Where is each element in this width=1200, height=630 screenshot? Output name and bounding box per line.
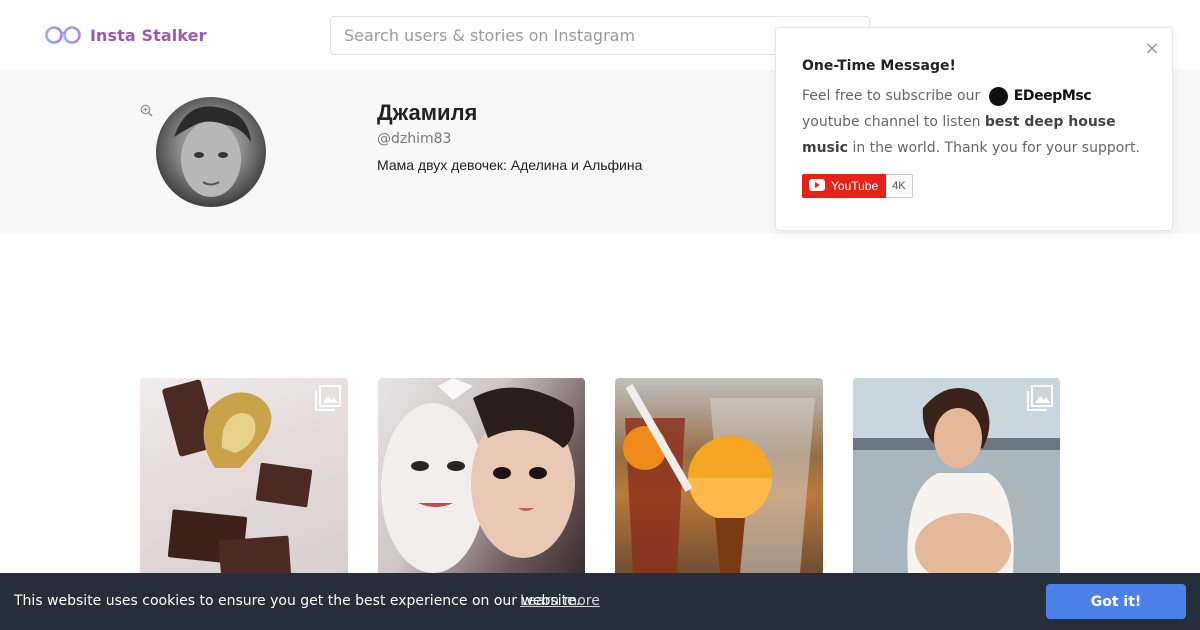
avatar[interactable]	[156, 97, 266, 207]
profile-bio: Мама двух девочек: Аделина и Альфина	[377, 157, 643, 173]
close-icon[interactable]: ×	[1144, 40, 1160, 58]
brand-link[interactable]: EDeepMsc	[988, 83, 1092, 109]
cookie-banner: This website uses cookies to ensure you …	[0, 573, 1200, 630]
gallery-icon	[1026, 384, 1054, 417]
profile-handle: @dzhim83	[377, 131, 452, 147]
profile-name: Джамиля	[377, 100, 478, 125]
gallery-icon	[314, 384, 342, 417]
youtube-subscribe[interactable]: YouTube 4K	[802, 174, 913, 198]
brand-logo-icon	[988, 86, 1008, 106]
site-logo[interactable]: Insta Stalker	[44, 22, 207, 49]
youtube-play-icon	[809, 178, 825, 194]
post-card[interactable]	[853, 378, 1060, 573]
post-card[interactable]	[615, 378, 823, 573]
popup-text-middle: youtube channel to listen	[802, 114, 981, 130]
popup-text-intro: Feel free to subscribe our	[802, 88, 981, 104]
logo-text: Insta Stalker	[90, 26, 207, 45]
learn-more-link[interactable]: Learn more	[520, 593, 600, 609]
post-card[interactable]	[378, 378, 585, 573]
post-card[interactable]	[140, 378, 348, 573]
brand-name: EDeepMsc	[1013, 88, 1092, 104]
popup-body: Feel free to subscribe our EDeepMsc yout…	[802, 83, 1152, 161]
got-it-button[interactable]: Got it!	[1046, 584, 1186, 619]
post-image-drinks	[615, 378, 823, 573]
youtube-label: YouTube	[831, 179, 879, 193]
post-image-selfie	[381, 378, 575, 573]
zoom-in-icon[interactable]	[140, 104, 153, 122]
popup-title: One-Time Message!	[802, 58, 956, 74]
logo-glasses-icon	[44, 22, 82, 49]
popup-text-end: in the world. Thank you for your support…	[852, 140, 1140, 156]
subscriber-count: 4K	[886, 174, 913, 198]
one-time-message-popup: × One-Time Message! Feel free to subscri…	[775, 27, 1173, 231]
youtube-button[interactable]: YouTube	[802, 174, 887, 198]
cookie-message: This website uses cookies to ensure you …	[14, 593, 581, 609]
